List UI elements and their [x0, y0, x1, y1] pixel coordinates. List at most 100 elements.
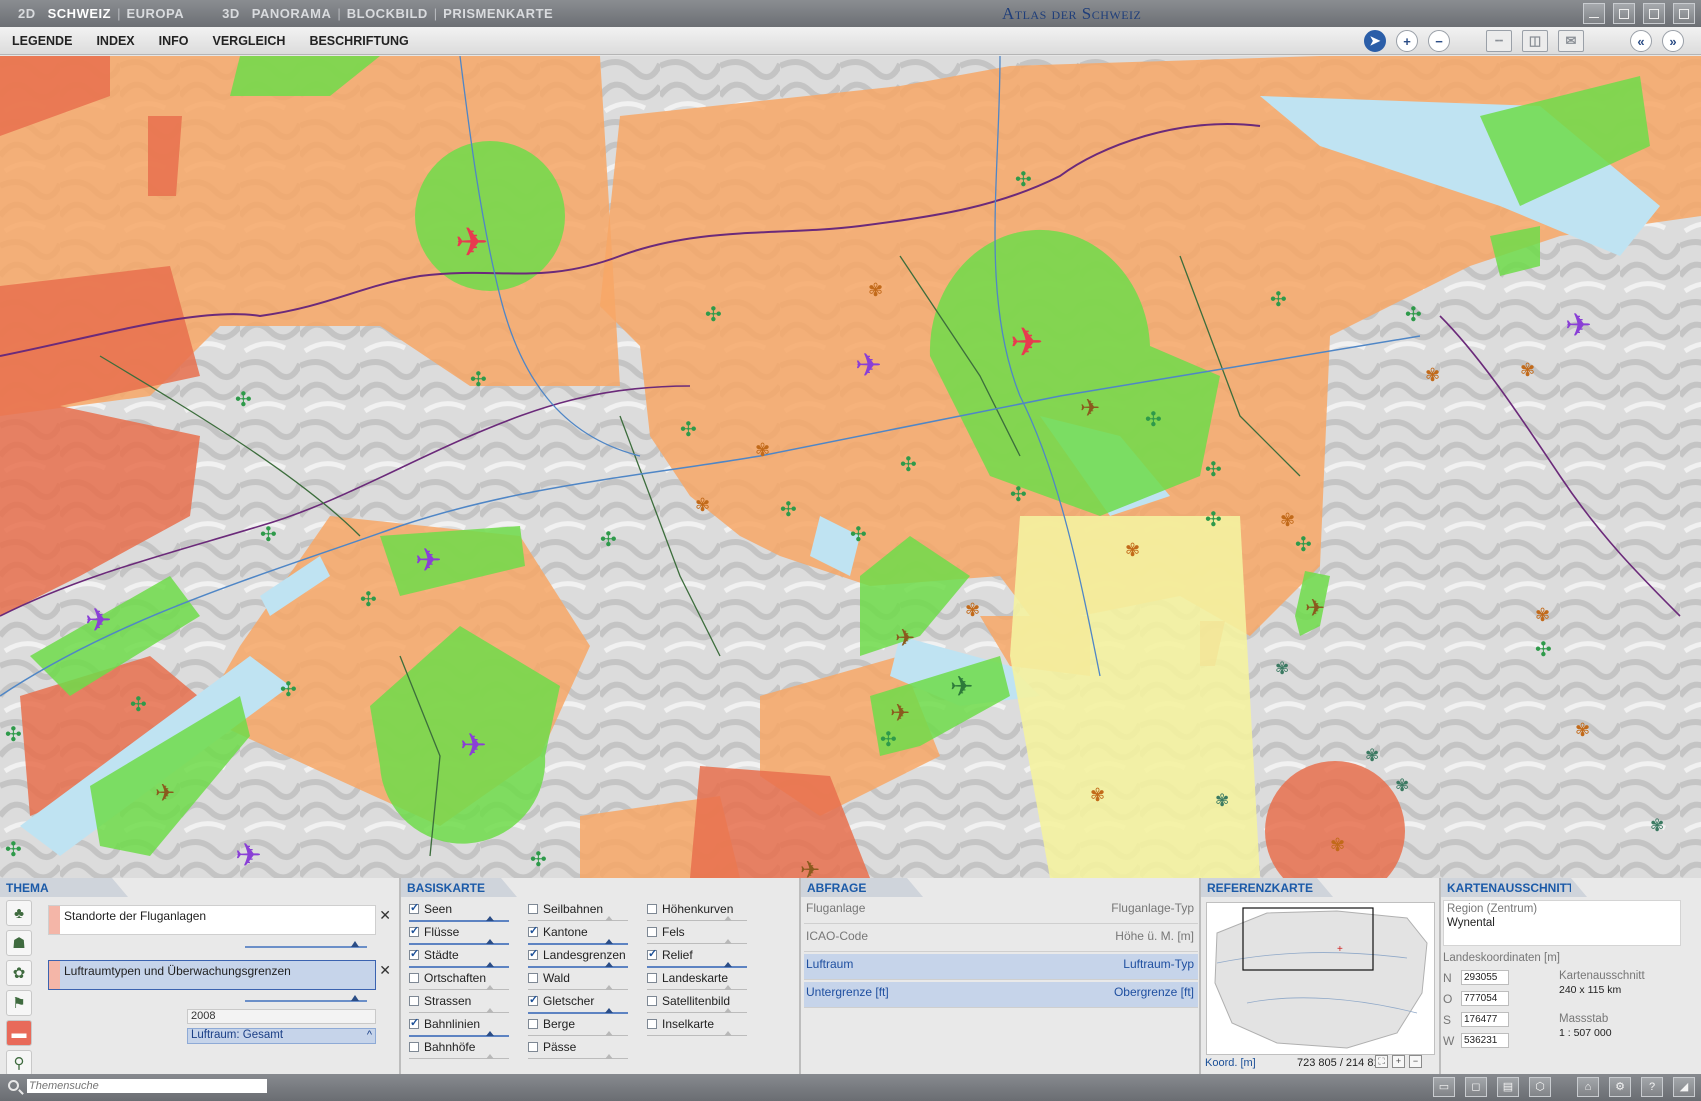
resize-handle[interactable]: ◢	[1673, 1077, 1695, 1097]
east-input[interactable]: 777054	[1461, 991, 1509, 1006]
bag-icon[interactable]: ☗	[6, 930, 32, 956]
theme-handle[interactable]	[49, 961, 60, 989]
layer-checkbox[interactable]	[528, 973, 538, 983]
home-button[interactable]: ⌂	[1577, 1077, 1599, 1097]
layer-checkbox[interactable]	[528, 1042, 538, 1052]
layer-checkbox[interactable]	[528, 1019, 538, 1029]
mode-prismenkarte[interactable]: PRISMENKARTE	[437, 6, 559, 21]
layer-option[interactable]: Fels	[647, 925, 747, 944]
minimize-button[interactable]	[1583, 3, 1605, 24]
close-button[interactable]	[1673, 3, 1695, 24]
layer-opacity-slider[interactable]	[647, 916, 747, 921]
layer-option[interactable]: Gletscher	[528, 993, 628, 1014]
layer-opacity-slider[interactable]	[647, 962, 747, 968]
layer-opacity-slider[interactable]	[528, 939, 628, 945]
envelope-button[interactable]: ✉	[1558, 30, 1584, 52]
layer-option[interactable]: Seilbahnen	[528, 902, 628, 921]
collapse-left-button[interactable]: «	[1630, 30, 1652, 52]
layer-checkbox[interactable]	[647, 904, 657, 914]
layer-checkbox[interactable]	[528, 947, 538, 960]
layer-opacity-slider[interactable]	[528, 1031, 628, 1036]
ref-zoom-out-icon[interactable]: −	[1409, 1055, 1422, 1068]
map-canvas[interactable]: ✈ ✈ ✈ ✈ ✈ ✈ ✈ ✈ ✈ ✣ ✣ ✣ ✣ ✣ ✣ ✣ ✣ ✣ ✣ ✣ …	[0, 56, 1701, 878]
north-input[interactable]: 293055	[1461, 970, 1509, 985]
layer-checkbox[interactable]	[409, 924, 419, 937]
theme-item-luftraum[interactable]: Luftraumtypen und Überwachungsgrenzen ✕	[48, 960, 391, 990]
help-button[interactable]: ?	[1641, 1077, 1663, 1097]
open-folder-button[interactable]: ▭	[1433, 1077, 1455, 1097]
layer-opacity-slider[interactable]	[409, 1031, 509, 1037]
opacity-slider[interactable]	[245, 941, 367, 948]
mode-schweiz[interactable]: SCHWEIZ	[42, 6, 117, 21]
zoom-in-button[interactable]: +	[1396, 30, 1418, 52]
year-field[interactable]: 2008	[187, 1009, 376, 1024]
collapse-right-button[interactable]: »	[1662, 30, 1684, 52]
layer-option[interactable]: Landeskarte	[647, 971, 747, 990]
layer-option[interactable]: Satellitenbild	[647, 994, 747, 1013]
layer-checkbox[interactable]	[409, 947, 419, 960]
layer-opacity-slider[interactable]	[647, 1008, 747, 1013]
layer-checkbox[interactable]	[647, 947, 657, 960]
tree-icon[interactable]: ♣	[6, 900, 32, 926]
luftraum-select[interactable]: Luftraum: Gesamt	[187, 1028, 376, 1044]
menu-index[interactable]: INDEX	[84, 34, 146, 48]
layer-option[interactable]: Seen	[409, 901, 509, 922]
layer-checkbox[interactable]	[409, 973, 419, 983]
layer-opacity-slider[interactable]	[528, 1008, 628, 1014]
layer-opacity-slider[interactable]	[409, 939, 509, 945]
layer-opacity-slider[interactable]	[409, 962, 509, 968]
layer-checkbox[interactable]	[409, 1016, 419, 1029]
ref-zoom-in-icon[interactable]: +	[1392, 1055, 1405, 1068]
layer-checkbox[interactable]	[409, 1042, 419, 1052]
zoom-out-button[interactable]: −	[1428, 30, 1450, 52]
layer-option[interactable]: Städte	[409, 947, 509, 968]
pins-icon[interactable]: ⚲	[6, 1050, 32, 1076]
layer-option[interactable]: Flüsse	[409, 924, 509, 945]
layer-opacity-slider[interactable]	[409, 1008, 509, 1013]
layer-option[interactable]: Berge	[528, 1017, 628, 1036]
layer-checkbox[interactable]	[647, 927, 657, 937]
split-view-button[interactable]: ◫	[1522, 30, 1548, 52]
layer-option[interactable]: Strassen	[409, 994, 509, 1013]
maximize-button[interactable]	[1643, 3, 1665, 24]
layer-opacity-slider[interactable]	[647, 985, 747, 990]
comment-button[interactable]: ◻	[1465, 1077, 1487, 1097]
mode-2d[interactable]: 2D	[12, 6, 42, 21]
opacity-slider[interactable]	[245, 995, 367, 1002]
mode-blockbild[interactable]: BLOCKBILD	[341, 6, 434, 21]
layer-opacity-slider[interactable]	[409, 985, 509, 990]
layer-opacity-slider[interactable]	[528, 985, 628, 990]
layer-checkbox[interactable]	[647, 996, 657, 1006]
menu-info[interactable]: INFO	[147, 34, 201, 48]
layer-option[interactable]: Ortschaften	[409, 971, 509, 990]
mode-europa[interactable]: EUROPA	[120, 6, 190, 21]
layer-checkbox[interactable]	[528, 924, 538, 937]
airspace-map[interactable]: ✈ ✈ ✈ ✈ ✈ ✈ ✈ ✈ ✈ ✣ ✣ ✣ ✣ ✣ ✣ ✣ ✣ ✣ ✣ ✣ …	[0, 56, 1701, 878]
theme-search-input[interactable]	[27, 1079, 267, 1093]
layer-option[interactable]: Bahnlinien	[409, 1016, 509, 1037]
export-button[interactable]: ⬡	[1529, 1077, 1551, 1097]
fullscreen-icon[interactable]: ⛶	[1375, 1055, 1388, 1068]
south-input[interactable]: 176477	[1461, 1012, 1509, 1027]
select-tool-button[interactable]: ➤	[1364, 30, 1386, 52]
theme-handle[interactable]	[49, 906, 60, 934]
remove-theme-icon[interactable]: ✕	[379, 907, 391, 924]
layer-opacity-slider[interactable]	[647, 1031, 747, 1036]
theme-item-standorte[interactable]: Standorte der Fluganlagen ✕	[48, 905, 391, 935]
reference-map[interactable]: +	[1206, 902, 1435, 1055]
print-button[interactable]: ▤	[1497, 1077, 1519, 1097]
layer-opacity-slider[interactable]	[409, 1054, 509, 1059]
restore-button[interactable]	[1613, 3, 1635, 24]
layer-checkbox[interactable]	[409, 996, 419, 1006]
layer-option[interactable]: Inselkarte	[647, 1017, 747, 1036]
measure-line-button[interactable]: ╌	[1486, 30, 1512, 52]
layer-checkbox[interactable]	[409, 901, 419, 914]
layer-option[interactable]: Pässe	[528, 1040, 628, 1059]
mode-panorama[interactable]: PANORAMA	[246, 6, 338, 21]
settings-button[interactable]: ⚙	[1609, 1077, 1631, 1097]
west-input[interactable]: 536231	[1461, 1033, 1509, 1048]
layer-checkbox[interactable]	[528, 904, 538, 914]
menu-legende[interactable]: LEGENDE	[0, 34, 84, 48]
layer-option[interactable]: Bahnhöfe	[409, 1040, 509, 1059]
layer-option[interactable]: Relief	[647, 947, 747, 968]
